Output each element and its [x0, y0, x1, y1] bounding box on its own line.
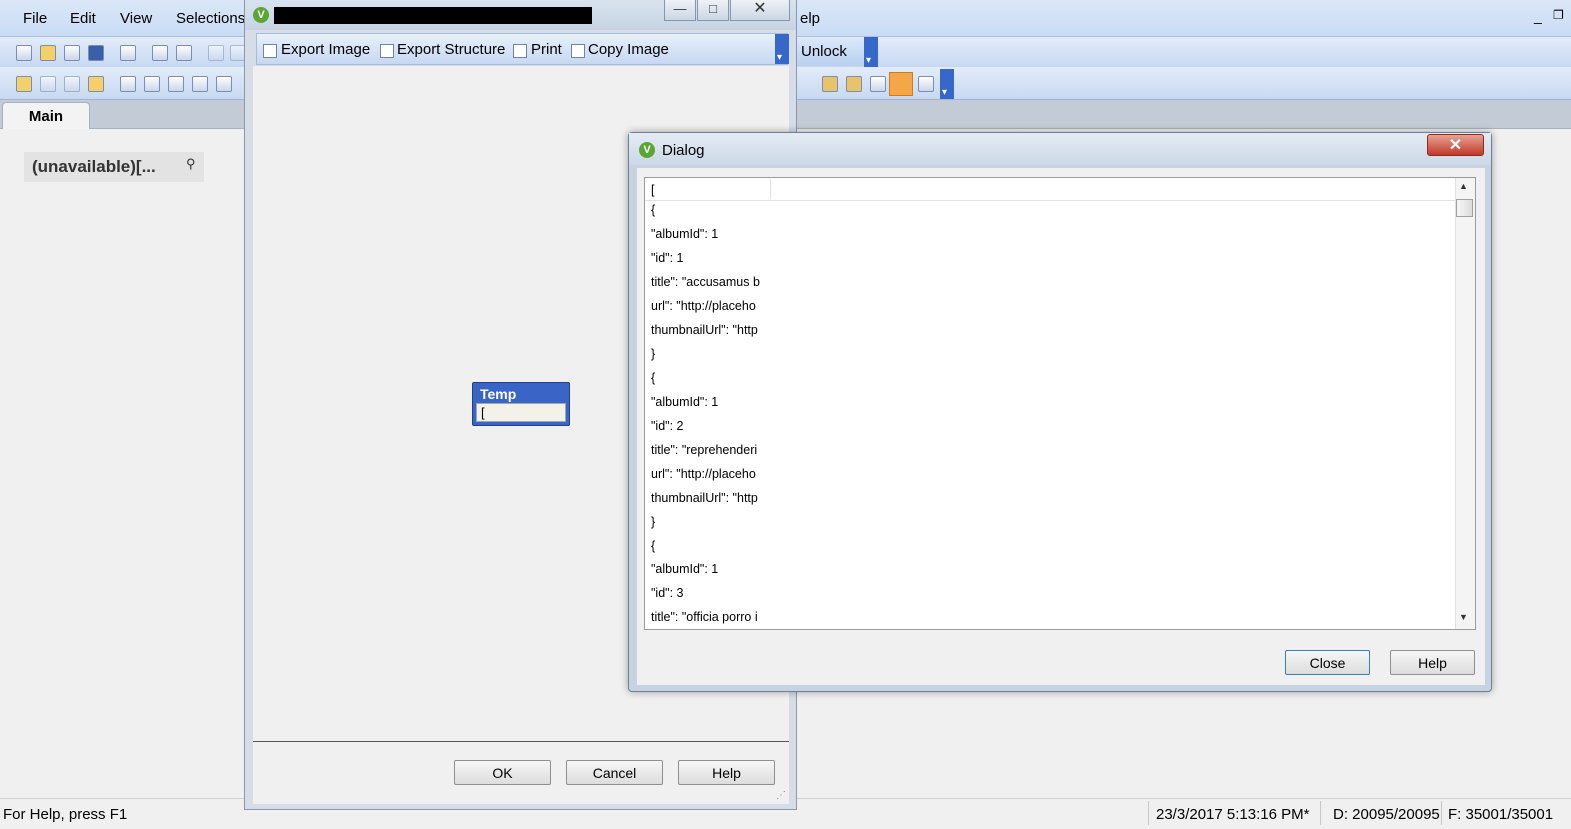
menu-help[interactable]: elp — [800, 10, 820, 27]
export-icon[interactable] — [918, 76, 934, 92]
minimize-button[interactable]: — — [664, 0, 696, 21]
scrollbar-thumb[interactable] — [1456, 199, 1473, 217]
new-sheet-object-icon[interactable] — [16, 76, 32, 92]
print-icon[interactable] — [120, 45, 136, 61]
dialog-close-icon[interactable]: ✕ — [1427, 134, 1484, 156]
redacted-title — [274, 7, 592, 24]
tab-main[interactable]: Main — [2, 102, 90, 130]
restore-icon[interactable]: ❐ — [1553, 8, 1564, 22]
input-box-icon[interactable] — [192, 76, 208, 92]
json-line: title": "reprehenderi — [651, 443, 758, 457]
copy-image-button[interactable]: Copy Image — [588, 41, 669, 58]
minimize-icon[interactable]: _ — [1534, 8, 1542, 24]
scroll-down-icon[interactable]: ▼ — [1459, 612, 1468, 622]
resize-grip-icon[interactable]: ⋰ — [776, 790, 786, 801]
table-viewer-icon[interactable] — [889, 72, 913, 96]
back-icon[interactable] — [40, 76, 56, 92]
chart-icon[interactable] — [216, 76, 232, 92]
menu-file[interactable]: File — [23, 10, 47, 27]
print-button[interactable]: Print — [531, 41, 562, 58]
table-box-field[interactable]: [ — [476, 403, 566, 422]
document-icon[interactable] — [846, 76, 862, 92]
toolbar-overflow-icon[interactable] — [864, 37, 878, 67]
qlikview-icon: V — [253, 7, 269, 23]
table-box-title: Temp — [480, 386, 517, 402]
json-line: "albumId": 1 — [651, 395, 719, 409]
reload-icon[interactable] — [64, 45, 80, 61]
open-folder-icon[interactable] — [40, 45, 56, 61]
cancel-button[interactable]: Cancel — [566, 760, 663, 785]
json-line: "id": 2 — [651, 419, 684, 433]
listbox-icon[interactable] — [120, 76, 136, 92]
listbox-caption[interactable]: (unavailable)[... — [24, 152, 204, 182]
export-structure-button[interactable]: Export Structure — [397, 41, 505, 58]
json-line: thumbnailUrl": "http — [651, 323, 758, 337]
menu-view[interactable]: View — [120, 10, 152, 27]
status-timestamp: 23/3/2017 5:13:16 PM* — [1156, 806, 1310, 823]
maximize-button[interactable]: □ — [697, 0, 729, 21]
user-icon[interactable] — [822, 76, 838, 92]
new-document-icon[interactable] — [16, 45, 32, 61]
scroll-up-icon[interactable]: ▲ — [1459, 181, 1468, 191]
edit-script-icon[interactable] — [152, 45, 168, 61]
export-image-icon — [263, 44, 277, 58]
json-line: "albumId": 1 — [651, 562, 719, 576]
json-line: "id": 3 — [651, 586, 684, 600]
table-icon[interactable] — [168, 76, 184, 92]
edit-icon[interactable] — [870, 76, 886, 92]
json-line: { — [651, 371, 656, 385]
json-line: } — [651, 515, 656, 529]
close-button[interactable]: Close — [1285, 650, 1370, 675]
folder-icon[interactable] — [88, 76, 104, 92]
json-line: "albumId": 1 — [651, 227, 719, 241]
unlock-label: Unlock — [801, 43, 847, 60]
status-f-count: F: 35001/35001 — [1448, 806, 1554, 823]
json-line: } — [651, 347, 656, 361]
reload-data-icon[interactable] — [176, 45, 192, 61]
json-line: [ — [651, 183, 655, 197]
qlikview-icon: V — [639, 142, 655, 158]
json-line: thumbnailUrl": "http — [651, 491, 758, 505]
close-button[interactable]: ✕ — [730, 0, 790, 21]
dialog-title: Dialog — [662, 142, 705, 159]
sum-icon[interactable] — [144, 76, 160, 92]
dialog-titlebar[interactable] — [629, 133, 1491, 165]
json-line: "id": 1 — [651, 251, 684, 265]
forward-icon[interactable] — [64, 76, 80, 92]
json-line: { — [651, 203, 656, 217]
unlock-button[interactable]: Unlock — [793, 38, 865, 66]
search-icon[interactable]: ⚲ — [186, 156, 196, 172]
menu-edit[interactable]: Edit — [70, 10, 96, 27]
help-button[interactable]: Help — [678, 760, 775, 785]
help-button[interactable]: Help — [1390, 650, 1475, 675]
export-image-button[interactable]: Export Image — [281, 41, 370, 58]
toolbar-chevron-icon[interactable] — [775, 34, 789, 64]
menu-selections[interactable]: Selections — [176, 10, 245, 27]
export-structure-icon — [380, 44, 394, 58]
json-line: title": "officia porro i — [651, 610, 758, 624]
vertical-scrollbar[interactable] — [1455, 178, 1475, 629]
json-line: title": "accusamus b — [651, 275, 760, 289]
status-help-text: For Help, press F1 — [3, 806, 128, 823]
status-d-count: D: 20095/20095 — [1333, 806, 1440, 823]
toolbar-design-overflow-icon[interactable] — [940, 69, 954, 99]
json-line: url": "http://placeho — [651, 299, 756, 313]
json-line: { — [651, 539, 656, 553]
json-line: url": "http://placeho — [651, 467, 756, 481]
column-divider — [770, 179, 771, 199]
copy-image-icon — [571, 44, 585, 58]
undo-icon[interactable] — [208, 45, 224, 61]
save-icon[interactable] — [88, 45, 104, 61]
print-icon — [513, 44, 527, 58]
ok-button[interactable]: OK — [454, 760, 551, 785]
